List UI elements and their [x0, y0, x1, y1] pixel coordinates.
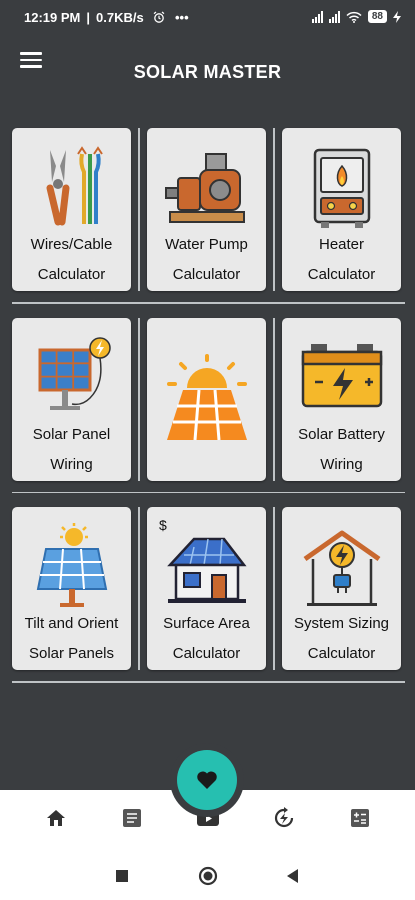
- house-solar-roof-icon: [147, 523, 266, 609]
- battery-indicator: 88: [367, 10, 387, 23]
- home-system-button[interactable]: [198, 866, 218, 891]
- card-label-line2: Calculator: [37, 266, 106, 283]
- recents-button[interactable]: [115, 869, 129, 888]
- divider: [273, 317, 275, 481]
- system-sizing-calculator-card[interactable]: System Sizing Calculator: [282, 507, 401, 670]
- app-bar: SOLAR MASTER: [0, 34, 415, 104]
- system-navigation-bar: [0, 852, 415, 900]
- status-bar: 12:19 PM | 0.7KB/s ••• 88: [0, 0, 415, 34]
- grid-row-3: Tilt and Orient Solar Panels $ Surface A…: [12, 507, 405, 670]
- water-pump-calculator-card[interactable]: Water Pump Calculator: [147, 128, 266, 291]
- card-label-line1: Tilt and Orient: [24, 615, 119, 632]
- card-label-line2: Wiring: [320, 455, 363, 473]
- charging-bolt-icon: [393, 10, 401, 23]
- card-label-line2: Calculator: [307, 645, 376, 662]
- row-divider: [12, 491, 405, 493]
- divider: [138, 317, 140, 481]
- card-label-line2: Solar Panels: [28, 645, 115, 662]
- card-label-line2: Calculator: [172, 266, 241, 283]
- solar-panel-wiring-icon: [12, 334, 131, 420]
- grid-row-1: Wires/Cable Calculator Water Pump Calcul…: [12, 128, 405, 291]
- battery-icon: [282, 334, 401, 420]
- sun-solar-panel-icon: [147, 353, 266, 440]
- heart-icon: [197, 771, 217, 789]
- card-label-line1: Heater: [318, 236, 365, 253]
- heater-calculator-card[interactable]: Heater Calculator: [282, 128, 401, 291]
- home-icon[interactable]: [42, 804, 70, 832]
- card-label-line2: Calculator: [172, 645, 241, 662]
- signal-icon-2: [328, 10, 340, 23]
- card-label-line1: Solar Panel: [32, 425, 111, 443]
- solar-info-card[interactable]: [147, 317, 266, 481]
- grid-row-2: Solar Panel Wiring Solar Battery Wiring: [12, 317, 405, 481]
- wires-cable-calculator-card[interactable]: Wires/Cable Calculator: [12, 128, 131, 291]
- tilt-orient-solar-panels-card[interactable]: Tilt and Orient Solar Panels: [12, 507, 131, 670]
- back-button[interactable]: [285, 868, 299, 889]
- divider: [273, 128, 275, 291]
- signal-icon: [311, 10, 323, 23]
- card-label-line1: Surface Area: [163, 615, 250, 632]
- pliers-wires-icon: [12, 144, 131, 230]
- card-label-line2: Calculator: [307, 266, 376, 283]
- favorite-fab-button[interactable]: [177, 750, 237, 810]
- water-heater-icon: [282, 144, 401, 230]
- more-dots: •••: [174, 10, 189, 25]
- article-icon[interactable]: [118, 804, 146, 832]
- calculator-icon[interactable]: [346, 804, 374, 832]
- divider: [138, 128, 140, 291]
- solar-battery-wiring-card[interactable]: Solar Battery Wiring: [282, 317, 401, 481]
- card-label-line1: System Sizing: [293, 615, 390, 632]
- row-divider: [12, 681, 405, 683]
- refresh-energy-icon[interactable]: [270, 804, 298, 832]
- card-label-line1: Solar Battery: [298, 425, 385, 443]
- tilted-solar-panel-icon: [12, 523, 131, 609]
- card-label-line1: Water Pump: [165, 236, 248, 253]
- surface-area-calculator-card[interactable]: $ Surface Area Calculator: [147, 507, 266, 670]
- solar-panel-wiring-card[interactable]: Solar Panel Wiring: [12, 317, 131, 481]
- status-left: 12:19 PM | 0.7KB/s •••: [24, 10, 189, 25]
- status-right: 88: [311, 10, 401, 23]
- divider: [273, 507, 275, 670]
- app-title: SOLAR MASTER: [133, 62, 282, 82]
- divider: [138, 507, 140, 670]
- water-pump-icon: [147, 144, 266, 230]
- status-time: 12:19 PM: [24, 10, 81, 25]
- calculator-grid: Wires/Cable Calculator Water Pump Calcul…: [12, 128, 405, 697]
- wifi-icon: [346, 11, 362, 23]
- row-divider: [12, 302, 405, 304]
- card-label-line2: Wiring: [50, 455, 93, 473]
- network-speed: 0.7KB/s: [96, 10, 144, 25]
- home-energy-icon: [282, 523, 401, 609]
- alarm-icon: [153, 11, 165, 23]
- card-label-line1: Wires/Cable: [30, 236, 113, 253]
